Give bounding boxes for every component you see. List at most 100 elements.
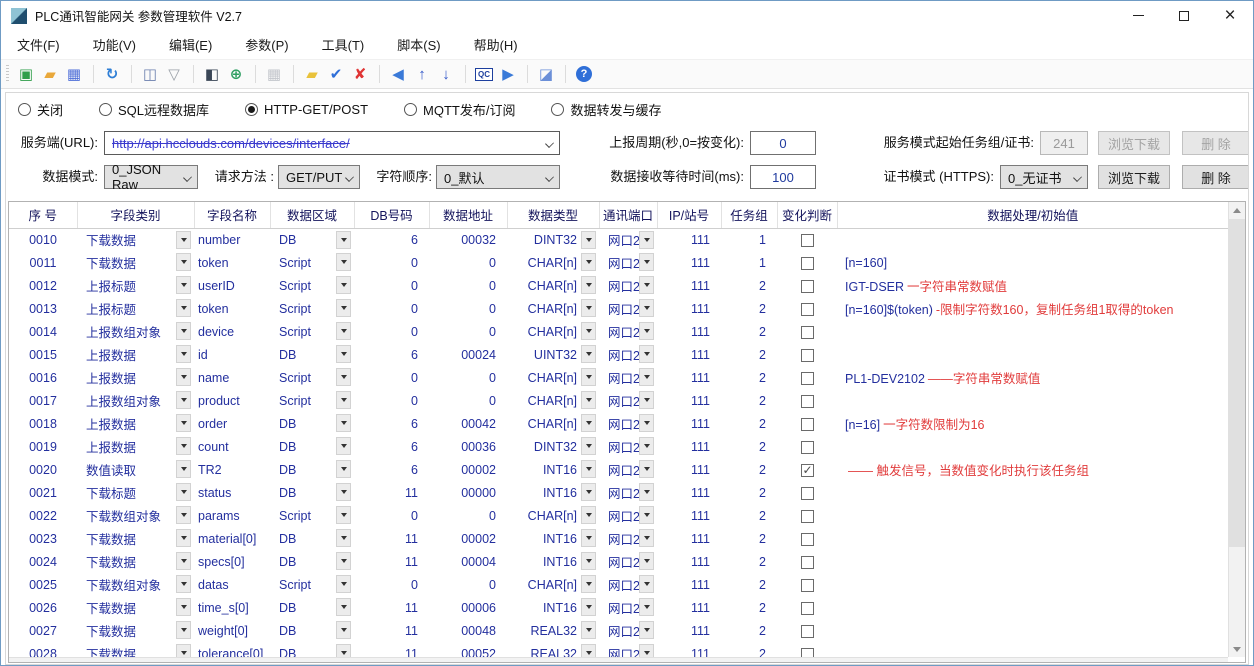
- data-area-cell[interactable]: DB: [270, 412, 354, 435]
- process-init-cell[interactable]: [837, 619, 1228, 642]
- qc-icon[interactable]: QC: [472, 62, 496, 86]
- data-address-cell[interactable]: 00004: [429, 550, 507, 573]
- task-group-cell[interactable]: 1: [721, 251, 777, 274]
- comm-port-cell[interactable]: 网口2: [599, 435, 657, 458]
- db-number-cell[interactable]: 0: [354, 274, 429, 297]
- dropdown-button[interactable]: [336, 575, 351, 593]
- field-name-cell[interactable]: token: [194, 297, 270, 320]
- field-name-cell[interactable]: id: [194, 343, 270, 366]
- dropdown-button[interactable]: [176, 552, 191, 570]
- process-init-cell[interactable]: [837, 550, 1228, 573]
- ip-station-cell[interactable]: 111: [657, 412, 721, 435]
- category-cell[interactable]: 下载数据: [77, 619, 194, 642]
- task-group-cell[interactable]: 2: [721, 458, 777, 481]
- dropdown-button[interactable]: [176, 529, 191, 547]
- ip-station-cell[interactable]: 111: [657, 458, 721, 481]
- dropdown-button[interactable]: [639, 575, 654, 593]
- process-init-cell[interactable]: [837, 320, 1228, 343]
- comm-port-cell[interactable]: 网口2: [599, 320, 657, 343]
- browse-download-button-disabled[interactable]: 浏览下载: [1098, 131, 1170, 155]
- db-number-cell[interactable]: 6: [354, 412, 429, 435]
- data-address-cell[interactable]: 00024: [429, 343, 507, 366]
- menu-file[interactable]: 文件(F): [7, 31, 70, 58]
- menu-function[interactable]: 功能(V): [83, 31, 146, 58]
- dropdown-button[interactable]: [336, 231, 351, 249]
- task-group-cell[interactable]: 2: [721, 619, 777, 642]
- menu-edit[interactable]: 编辑(E): [159, 31, 222, 58]
- data-type-cell[interactable]: CHAR[n]: [507, 297, 599, 320]
- task-group-cell[interactable]: 2: [721, 320, 777, 343]
- ip-station-cell[interactable]: 111: [657, 504, 721, 527]
- refresh-icon[interactable]: ↻: [100, 62, 124, 86]
- task-group-cell[interactable]: 2: [721, 274, 777, 297]
- byte-order-select[interactable]: 0_默认: [436, 165, 560, 189]
- data-type-cell[interactable]: CHAR[n]: [507, 366, 599, 389]
- dropdown-button[interactable]: [176, 391, 191, 409]
- data-address-cell[interactable]: 00000: [429, 481, 507, 504]
- comm-port-cell[interactable]: 网口2: [599, 297, 657, 320]
- category-cell[interactable]: 下载数据: [77, 596, 194, 619]
- dropdown-button[interactable]: [581, 621, 596, 639]
- db-number-cell[interactable]: 0: [354, 573, 429, 596]
- dropdown-button[interactable]: [176, 276, 191, 294]
- data-address-cell[interactable]: 00036: [429, 435, 507, 458]
- data-area-cell[interactable]: Script: [270, 251, 354, 274]
- dropdown-button[interactable]: [581, 391, 596, 409]
- field-name-cell[interactable]: number: [194, 228, 270, 251]
- db-number-cell[interactable]: 11: [354, 481, 429, 504]
- start-task-group-input[interactable]: 241: [1040, 131, 1088, 155]
- task-group-cell[interactable]: 2: [721, 527, 777, 550]
- field-name-cell[interactable]: name: [194, 366, 270, 389]
- data-type-cell[interactable]: DINT32: [507, 228, 599, 251]
- data-type-cell[interactable]: INT16: [507, 481, 599, 504]
- field-name-cell[interactable]: specs[0]: [194, 550, 270, 573]
- grid-disabled-icon[interactable]: ▦: [262, 62, 286, 86]
- dropdown-button[interactable]: [336, 460, 351, 478]
- mode-forward[interactable]: 数据转发与缓存: [551, 100, 661, 119]
- change-checkbox[interactable]: [801, 418, 814, 431]
- process-init-cell[interactable]: [n=160]: [837, 251, 1228, 274]
- ip-station-cell[interactable]: 111: [657, 527, 721, 550]
- db-number-cell[interactable]: 0: [354, 366, 429, 389]
- menu-script[interactable]: 脚本(S): [387, 31, 450, 58]
- maximize-button[interactable]: [1161, 1, 1207, 30]
- dropdown-button[interactable]: [336, 322, 351, 340]
- scroll-down-icon[interactable]: [1229, 641, 1245, 657]
- comm-port-cell[interactable]: 网口2: [599, 228, 657, 251]
- dropdown-button[interactable]: [581, 414, 596, 432]
- dropdown-button[interactable]: [639, 460, 654, 478]
- task-group-cell[interactable]: 2: [721, 343, 777, 366]
- data-area-cell[interactable]: DB: [270, 481, 354, 504]
- cert-mode-select[interactable]: 0_无证书: [1000, 165, 1088, 189]
- process-init-cell[interactable]: [837, 573, 1228, 596]
- data-type-cell[interactable]: CHAR[n]: [507, 251, 599, 274]
- dropdown-button[interactable]: [581, 575, 596, 593]
- data-address-cell[interactable]: 0: [429, 251, 507, 274]
- data-type-cell[interactable]: DINT32: [507, 435, 599, 458]
- field-name-cell[interactable]: token: [194, 251, 270, 274]
- data-area-cell[interactable]: Script: [270, 504, 354, 527]
- process-init-cell[interactable]: [837, 435, 1228, 458]
- dropdown-button[interactable]: [639, 253, 654, 271]
- comm-port-cell[interactable]: 网口2: [599, 458, 657, 481]
- category-cell[interactable]: 上报数据: [77, 435, 194, 458]
- dropdown-button[interactable]: [336, 414, 351, 432]
- task-group-cell[interactable]: 2: [721, 297, 777, 320]
- data-address-cell[interactable]: 00006: [429, 596, 507, 619]
- recv-wait-input[interactable]: 100: [750, 165, 816, 189]
- dropdown-button[interactable]: [639, 231, 654, 249]
- comm-port-cell[interactable]: 网口2: [599, 412, 657, 435]
- category-cell[interactable]: 上报数据: [77, 343, 194, 366]
- comm-port-cell[interactable]: 网口2: [599, 596, 657, 619]
- task-group-cell[interactable]: 2: [721, 596, 777, 619]
- category-cell[interactable]: 上报数据: [77, 366, 194, 389]
- save-icon[interactable]: ▦: [62, 62, 86, 86]
- scrollbar-thumb[interactable]: [1229, 219, 1245, 547]
- change-checkbox[interactable]: [801, 349, 814, 362]
- dropdown-button[interactable]: [581, 231, 596, 249]
- ip-station-cell[interactable]: 111: [657, 366, 721, 389]
- data-type-cell[interactable]: CHAR[n]: [507, 274, 599, 297]
- dropdown-button[interactable]: [581, 506, 596, 524]
- data-type-cell[interactable]: CHAR[n]: [507, 389, 599, 412]
- ip-station-cell[interactable]: 111: [657, 274, 721, 297]
